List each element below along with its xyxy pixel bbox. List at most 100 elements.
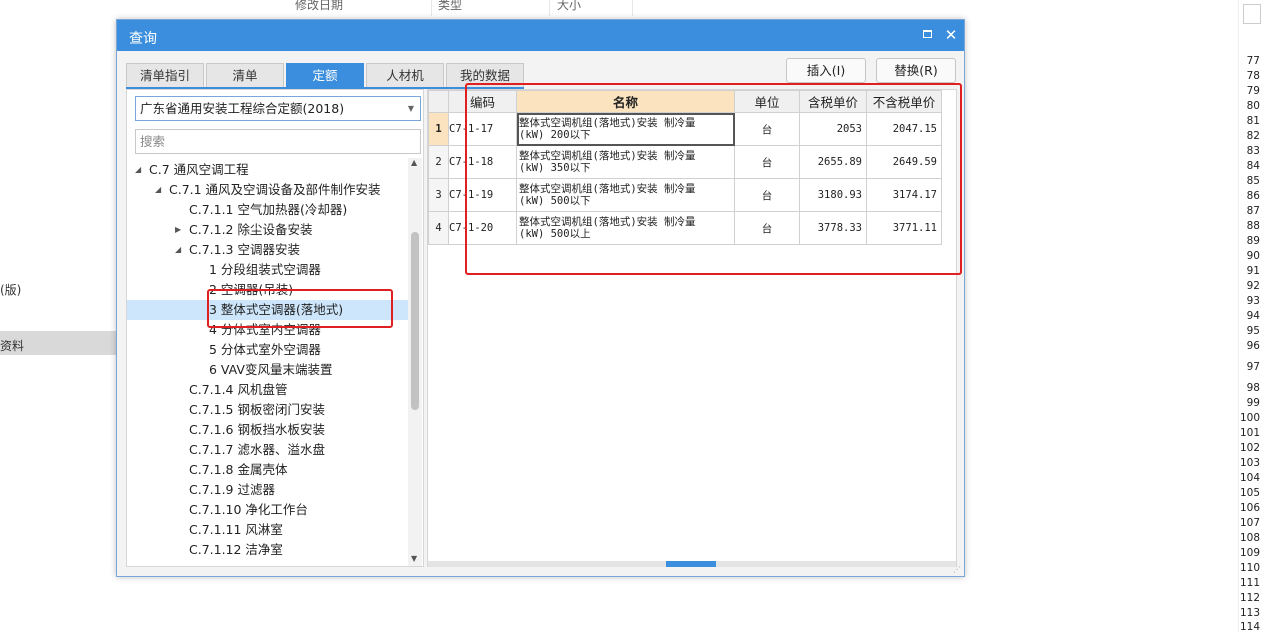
tree-scrollbar[interactable]: ▲ ▼ bbox=[408, 158, 422, 566]
row-number[interactable]: 94 bbox=[1238, 310, 1260, 322]
left-panel: 广东省通用安装工程综合定额(2018) ▼ 搜索 ◢ C.7 通风空调工程 ◢ C.7… bbox=[126, 89, 424, 567]
row-number[interactable]: 105 bbox=[1238, 487, 1260, 499]
row-number[interactable]: 89 bbox=[1238, 235, 1260, 247]
row-number[interactable]: 112 bbox=[1238, 592, 1260, 604]
tree-item[interactable]: ▶ C.7.1.2 除尘设备安装 bbox=[127, 220, 410, 240]
tree-item-label: C.7.1.9 过滤器 bbox=[189, 482, 275, 497]
row-number[interactable]: 101 bbox=[1238, 427, 1260, 439]
expanded-arrow-icon[interactable]: ◢ bbox=[135, 160, 141, 180]
tab-list-guide[interactable]: 清单指引 bbox=[126, 63, 204, 87]
tree-item[interactable]: C.7.1.6 钢板挡水板安装 bbox=[127, 420, 410, 440]
tree-item[interactable]: ◢ C.7 通风空调工程 bbox=[127, 160, 410, 180]
horizontal-scrollbar[interactable] bbox=[428, 561, 956, 567]
tree-item-label: 1 分段组装式空调器 bbox=[209, 262, 321, 277]
row-number[interactable]: 114 bbox=[1238, 621, 1260, 632]
highlight-box-tree-item bbox=[207, 289, 393, 328]
row-number[interactable]: 86 bbox=[1238, 190, 1260, 202]
expanded-arrow-icon[interactable]: ◢ bbox=[155, 180, 161, 200]
row-index[interactable]: 2 bbox=[428, 145, 449, 179]
row-number[interactable]: 109 bbox=[1238, 547, 1260, 559]
row-number[interactable]: 81 bbox=[1238, 115, 1260, 127]
tree-item[interactable]: C.7.1.12 洁净室 bbox=[127, 540, 410, 560]
row-number[interactable]: 103 bbox=[1238, 457, 1260, 469]
row-number[interactable]: 97 bbox=[1238, 361, 1260, 373]
tree-item-label: C.7.1.4 风机盘管 bbox=[189, 382, 288, 397]
library-select[interactable]: 广东省通用安装工程综合定额(2018) ▼ bbox=[135, 96, 421, 121]
tree-item[interactable]: C.7.1.11 风淋室 bbox=[127, 520, 410, 540]
tree-item[interactable]: ◢ C.7.1.3 空调器安装 bbox=[127, 240, 410, 260]
tab-list[interactable]: 清单 bbox=[206, 63, 284, 87]
tree-item[interactable]: C.7.1.1 空气加热器(冷却器) bbox=[127, 200, 410, 220]
column-header-modified[interactable]: 修改日期 bbox=[291, 0, 432, 16]
tree-item-label: C.7.1.11 风淋室 bbox=[189, 522, 283, 537]
dialog-titlebar[interactable]: 查询 ✕ bbox=[117, 20, 964, 51]
tree-item-label: C.7.1.5 钢板密闭门安装 bbox=[189, 402, 325, 417]
background-label: 资料 bbox=[0, 339, 25, 353]
search-input[interactable]: 搜索 bbox=[135, 129, 421, 154]
chevron-down-icon[interactable]: ▼ bbox=[408, 97, 414, 120]
row-number[interactable]: 104 bbox=[1238, 472, 1260, 484]
tree-item-label: C.7.1.3 空调器安装 bbox=[189, 242, 300, 257]
tree-item[interactable]: C.7.1.8 金属壳体 bbox=[127, 460, 410, 480]
tree-item[interactable]: C.7.1.10 净化工作台 bbox=[127, 500, 410, 520]
tab-quota[interactable]: 定额 bbox=[286, 63, 364, 87]
column-header-size[interactable]: 大小 bbox=[553, 0, 633, 16]
tree-item[interactable]: C.7.1.4 风机盘管 bbox=[127, 380, 410, 400]
resize-grip-icon[interactable]: ⋰ bbox=[953, 565, 963, 575]
column-header-type[interactable]: 类型 bbox=[434, 0, 550, 16]
row-number[interactable]: 110 bbox=[1238, 562, 1260, 574]
tree-item[interactable]: C.7.1.9 过滤器 bbox=[127, 480, 410, 500]
close-icon[interactable]: ✕ bbox=[943, 27, 959, 43]
row-number[interactable]: 80 bbox=[1238, 100, 1260, 112]
row-number[interactable]: 108 bbox=[1238, 532, 1260, 544]
collapsed-arrow-icon[interactable]: ▶ bbox=[175, 220, 181, 240]
row-number[interactable]: 92 bbox=[1238, 280, 1260, 292]
scrollbar-thumb[interactable] bbox=[411, 232, 419, 410]
tree-item[interactable]: C.7.1.5 钢板密闭门安装 bbox=[127, 400, 410, 420]
row-number[interactable]: 77 bbox=[1238, 55, 1260, 67]
row-index[interactable]: 1 bbox=[428, 112, 449, 146]
scroll-down-icon[interactable]: ▼ bbox=[411, 554, 417, 563]
row-number[interactable]: 88 bbox=[1238, 220, 1260, 232]
row-number[interactable]: 100 bbox=[1238, 412, 1260, 424]
tree-item[interactable]: 5 分体式室外空调器 bbox=[127, 340, 410, 360]
row-index[interactable]: 4 bbox=[428, 211, 449, 245]
row-number[interactable]: 83 bbox=[1238, 145, 1260, 157]
row-number[interactable]: 107 bbox=[1238, 517, 1260, 529]
row-number[interactable]: 111 bbox=[1238, 577, 1260, 589]
row-number[interactable]: 102 bbox=[1238, 442, 1260, 454]
tree-item-label: C.7.1.10 净化工作台 bbox=[189, 502, 308, 517]
row-number[interactable]: 87 bbox=[1238, 205, 1260, 217]
row-number[interactable]: 91 bbox=[1238, 265, 1260, 277]
expanded-arrow-icon[interactable]: ◢ bbox=[175, 240, 181, 260]
row-number[interactable]: 113 bbox=[1238, 607, 1260, 619]
row-number[interactable]: 85 bbox=[1238, 175, 1260, 187]
replace-button[interactable]: 替换(R) bbox=[876, 58, 956, 83]
cell-box[interactable] bbox=[1243, 4, 1261, 24]
tree-item[interactable]: 6 VAV变风量末端装置 bbox=[127, 360, 410, 380]
tree-item[interactable]: ◢ C.7.1 通风及空调设备及部件制作安装 bbox=[127, 180, 410, 200]
tree-item-label: C.7 通风空调工程 bbox=[149, 162, 249, 177]
quota-tree: ◢ C.7 通风空调工程 ◢ C.7.1 通风及空调设备及部件制作安装 C.7.1.1 … bbox=[127, 158, 410, 564]
row-number[interactable]: 90 bbox=[1238, 250, 1260, 262]
row-number[interactable]: 84 bbox=[1238, 160, 1260, 172]
tree-item-label: C.7.1.7 滤水器、溢水盘 bbox=[189, 442, 325, 457]
row-number[interactable]: 79 bbox=[1238, 85, 1260, 97]
scroll-up-icon[interactable]: ▲ bbox=[411, 158, 417, 167]
row-number[interactable]: 106 bbox=[1238, 502, 1260, 514]
row-number[interactable]: 96 bbox=[1238, 340, 1260, 352]
tab-labor-material-machine[interactable]: 人材机 bbox=[366, 63, 444, 87]
row-index[interactable]: 3 bbox=[428, 178, 449, 212]
row-number[interactable]: 82 bbox=[1238, 130, 1260, 142]
row-number[interactable]: 99 bbox=[1238, 397, 1260, 409]
scrollbar-thumb[interactable] bbox=[666, 561, 716, 567]
row-number[interactable]: 95 bbox=[1238, 325, 1260, 337]
row-number[interactable]: 93 bbox=[1238, 295, 1260, 307]
row-number[interactable]: 98 bbox=[1238, 382, 1260, 394]
insert-button[interactable]: 插入(I) bbox=[786, 58, 866, 83]
maximize-icon[interactable] bbox=[919, 27, 935, 43]
tree-item[interactable]: 1 分段组装式空调器 bbox=[127, 260, 410, 280]
row-number[interactable]: 78 bbox=[1238, 70, 1260, 82]
tree-item[interactable]: C.7.1.7 滤水器、溢水盘 bbox=[127, 440, 410, 460]
dialog-title: 查询 bbox=[129, 31, 157, 47]
